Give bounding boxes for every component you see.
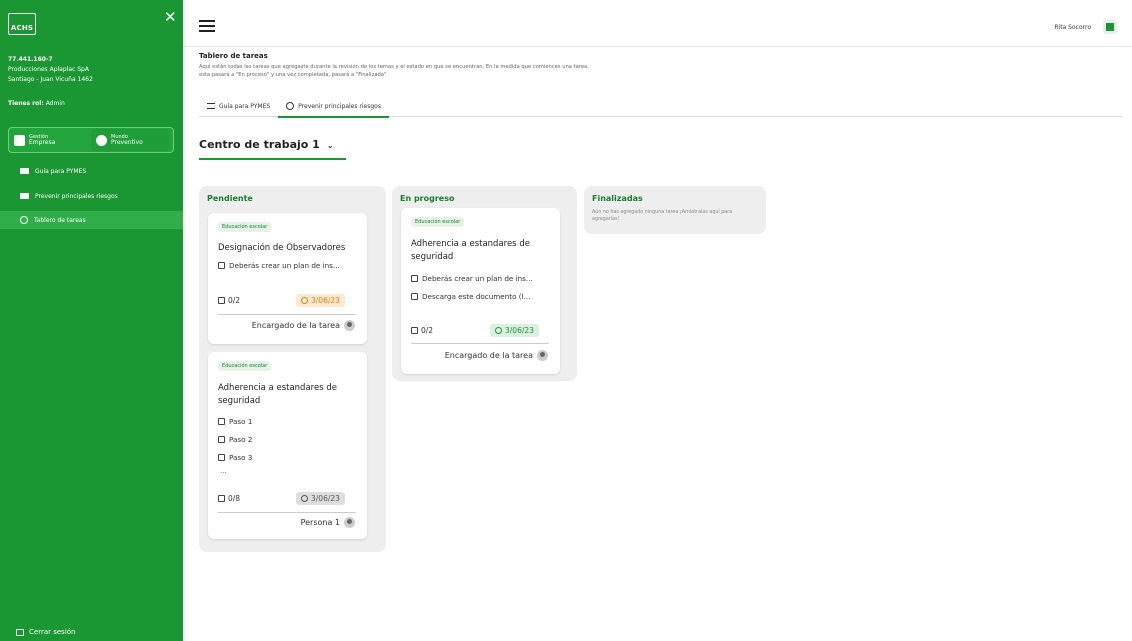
sidebar-item-tablero-tareas[interactable]: Tablero de tareas [0,211,183,229]
sidebar-item-guia-pymes[interactable]: Guía para PYMES [0,162,183,180]
task-card[interactable]: Educación escolar Designación de Observa… [208,213,367,344]
checklist-count: 0/8 [218,494,240,503]
logout-icon [16,628,24,636]
book-icon [20,193,29,199]
task-title: Designación de Observadores [218,243,346,253]
clock-icon [301,297,308,304]
checkbox-icon [411,327,418,334]
empty-column-message: Aún no has agregado ninguna tarea ¡Arrás… [592,210,733,222]
company-name: Producciones Aplaplac SpA [8,66,89,73]
subtask-icon [218,454,225,461]
subtask-icon [218,262,225,269]
page-title: Tablero de tareas [199,52,268,60]
task-title: Adherencia a estandares de seguridad [411,239,530,262]
checklist-count: 0/2 [218,296,240,305]
task-owner[interactable]: Persona 1 [301,517,355,528]
card-divider [218,314,356,315]
logout-label: Cerrar sesión [29,628,76,636]
category-badge: Educación escolar [218,361,272,371]
task-title: Adherencia a estandares de seguridad [218,383,337,406]
tab-label: Prevenir principales riesgos [298,102,381,110]
clock-icon [301,495,308,502]
subtask-item: Paso 1 [218,417,363,426]
column-en-progreso[interactable]: En progreso Educación escolar Adherencia… [392,186,577,381]
subtask-item: Deberás crear un plan de ins... [218,261,363,270]
clock-icon [495,327,502,334]
tab-guia-pymes[interactable]: Guía para PYMES [199,96,278,116]
subtask-item: Deberás crear un plan de ins... [411,274,556,283]
mode-mundo-preventivo[interactable]: Mundo Preventivo [91,129,169,151]
task-owner[interactable]: Encargado de la tarea [445,350,548,361]
close-icon[interactable]: ✕ [164,10,177,25]
mode-toggle: Gestión Empresa Mundo Preventivo [8,127,174,153]
role-info: Tienes rol: Admin [8,100,65,107]
avatar-icon [344,517,355,528]
tab-prevenir-riesgos[interactable]: Prevenir principales riesgos [278,96,389,118]
card-divider [411,343,549,344]
subtask-item: Descarga este documento (l... [411,292,556,301]
clock-icon [20,216,28,224]
company-rut: 77.441.160-7 [8,56,53,63]
due-date-badge: 3/06/23 [490,324,539,337]
subtask-item: Paso 3 [218,453,363,462]
card-divider [218,512,356,513]
column-finalizadas[interactable]: Finalizadas Aún no has agregado ninguna … [584,186,766,234]
header-divider [183,46,1132,47]
mode-gestion-empresa[interactable]: Gestión Empresa [9,129,89,151]
subtask-icon [411,275,418,282]
task-card[interactable]: Educación escolar Adherencia a estandare… [401,208,560,374]
avatar-icon [537,350,548,361]
mode-label: Preventivo [111,139,143,146]
sidebar-item-label: Guía para PYMES [35,167,87,175]
centro-selector[interactable]: Centro de trabajo 1 ⌄ [199,138,346,160]
subtask-icon [411,293,418,300]
tab-label: Guía para PYMES [219,102,271,110]
logout-button[interactable]: Cerrar sesión [16,628,75,636]
column-title: Finalizadas [592,194,643,203]
category-badge: Educación escolar [411,217,465,227]
dots-circle-icon [286,102,295,110]
due-date-badge: 3/06/23 [296,294,345,307]
task-card[interactable]: Educación escolar Adherencia a estandare… [208,352,367,539]
page-description: Aquí están todas las tareas que agregast… [199,64,589,78]
company-building-icon[interactable] [1103,20,1117,34]
book-icon [20,168,29,174]
sidebar-item-prevenir-riesgos[interactable]: Prevenir principales riesgos [0,187,183,205]
list-icon [207,103,215,109]
subtask-item: Paso 2 [218,435,363,444]
sidebar-item-label: Prevenir principales riesgos [35,192,118,200]
user-name[interactable]: Rita Socorro [1054,24,1091,31]
column-title: Pendiente [207,194,253,203]
due-date-badge: 3/06/23 [296,492,345,505]
chevron-down-icon: ⌄ [326,141,334,150]
subtask-icon [218,418,225,425]
avatar-icon [344,320,355,331]
checkbox-icon [218,297,225,304]
category-badge: Educación escolar [218,222,272,232]
role-label: Tienes rol: [8,100,44,107]
building-icon [14,134,25,146]
company-address: Santiago - Juan Vicuña 1462 [8,76,93,83]
checkbox-icon [218,495,225,502]
checklist-count: 0/2 [411,326,433,335]
mode-label: Empresa [29,139,56,146]
column-title: En progreso [400,194,455,203]
company-info: 77.441.160-7 Producciones Aplaplac SpA S… [8,55,93,85]
menu-icon[interactable] [199,20,215,32]
globe-icon [96,134,107,146]
achs-logo: ACHS [8,13,36,35]
tabs: Guía para PYMES Prevenir principales rie… [199,96,1122,118]
sidebar: ACHS ✕ 77.441.160-7 Producciones Aplapla… [0,0,183,641]
subtask-icon [218,436,225,443]
more-subtasks: ... [220,467,227,475]
sidebar-item-label: Tablero de tareas [34,216,86,224]
column-pendiente[interactable]: Pendiente Educación escolar Designación … [199,186,386,552]
centro-label: Centro de trabajo 1 [199,138,320,151]
task-owner[interactable]: Encargado de la tarea [252,320,355,331]
role-value: Admin [45,100,65,107]
